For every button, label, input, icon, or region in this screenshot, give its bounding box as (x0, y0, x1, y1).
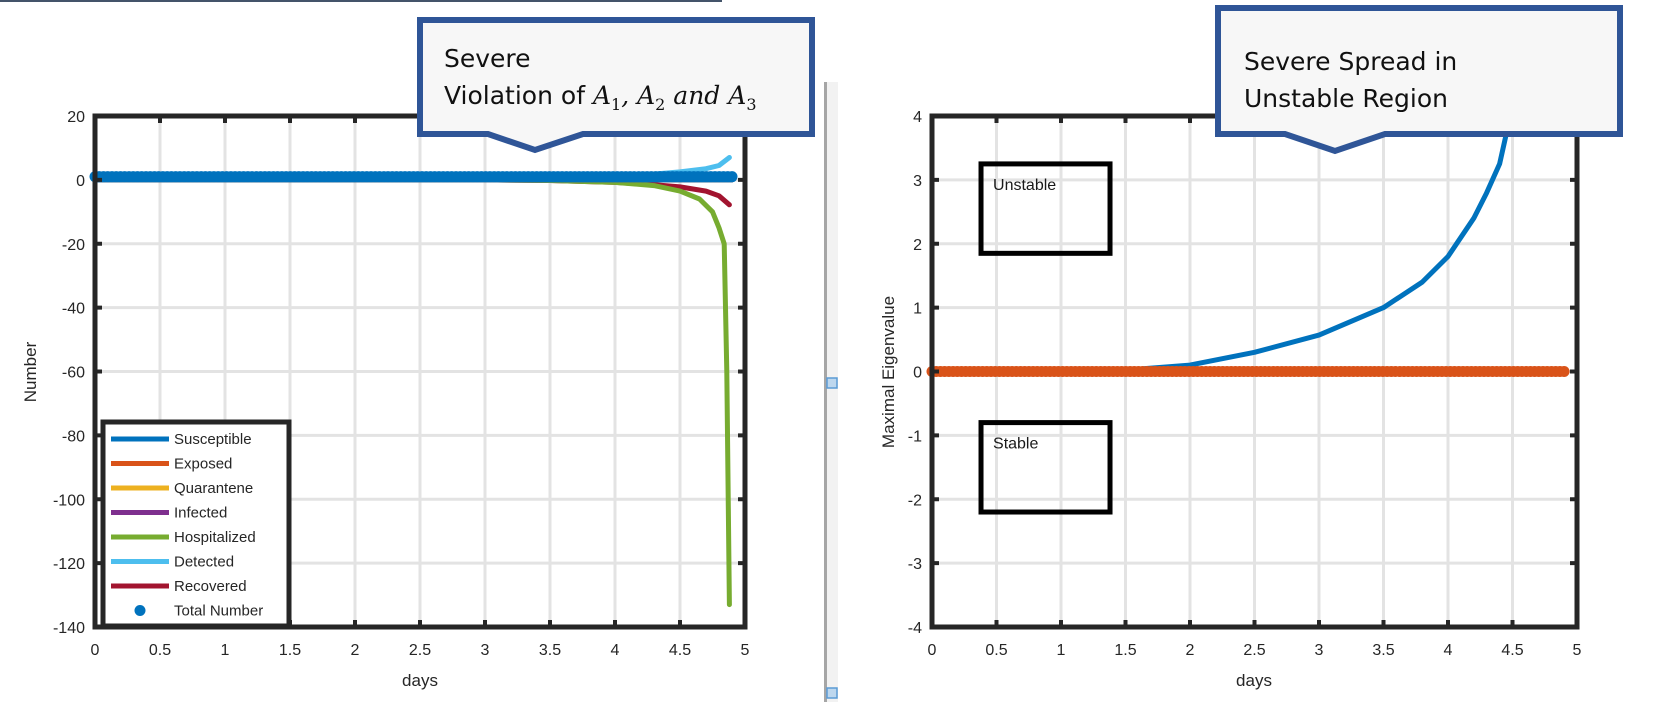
y-tick-label: -80 (62, 428, 85, 445)
callout-right-shape (1215, 5, 1623, 155)
left-y-axis-title: Number (21, 341, 40, 402)
x-tick-label: 0.5 (149, 642, 171, 659)
scrollbar-handle[interactable] (826, 377, 838, 389)
y-tick-label: 4 (913, 109, 922, 126)
math-A1: A (591, 81, 611, 110)
legend-label: Susceptible (174, 431, 252, 448)
math-sub-1: 1 (611, 95, 621, 114)
right-y-tick-labels: 4 3 2 1 0 -1 -2 -3 -4 (908, 109, 922, 637)
legend-label: Infected (174, 505, 227, 522)
x-tick-label: 2 (1186, 642, 1195, 659)
math-A3: A (726, 81, 746, 110)
y-tick-label: -40 (62, 301, 85, 318)
left-x-axis-title: days (402, 671, 438, 690)
series-markers-total-number (89, 171, 738, 183)
x-tick-label: 5 (741, 642, 750, 659)
x-tick-label: 4.5 (669, 642, 691, 659)
math-A2: A (635, 81, 655, 110)
legend-label: Total Number (174, 603, 263, 620)
region-boxes: Unstable Stable (978, 161, 1113, 515)
x-tick-label: 1 (221, 642, 230, 659)
math-sub-2: 2 (655, 95, 665, 114)
y-tick-label: -3 (908, 556, 922, 573)
math-sep: , (621, 81, 637, 110)
right-y-axis-title: Maximal Eigenvalue (879, 296, 898, 448)
right-chart: 0 0.5 1 1.5 2 2.5 3 3.5 4 4.5 5 4 3 2 1 0 -1 -2 -3 -4 days… (879, 109, 1582, 690)
marker-point (1558, 366, 1570, 377)
y-tick-label: -2 (908, 492, 922, 509)
left-x-tick-labels: 0 0.5 1 1.5 2 2.5 3 3.5 4 4.5 5 (91, 642, 750, 659)
y-tick-label: -100 (53, 492, 85, 509)
y-tick-label: 3 (913, 173, 922, 190)
x-tick-label: 5 (1573, 642, 1582, 659)
callout-left-prefix: Violation of (444, 81, 593, 110)
x-tick-label: 1.5 (1114, 642, 1136, 659)
callout-right: Severe Spread in Unstable Region (1215, 5, 1623, 155)
x-tick-label: 0.5 (985, 642, 1007, 659)
y-tick-label: -20 (62, 237, 85, 254)
x-tick-label: 0 (91, 642, 100, 659)
figure-canvas: 0 0.5 1 1.5 2 2.5 3 3.5 4 4.5 5 200-20-40-60-80-10… (0, 0, 1623, 702)
x-tick-label: 4 (611, 642, 620, 659)
y-tick-label: -140 (53, 620, 85, 637)
y-tick-label: 0 (76, 173, 85, 190)
math-and: and (665, 81, 728, 110)
y-tick-label: 2 (913, 237, 922, 254)
x-tick-label: 2.5 (409, 642, 431, 659)
legend-label: Quarantene (174, 480, 253, 497)
y-tick-label: -4 (908, 620, 922, 637)
left-y-tick-labels: 20 0 -20 -40 -60 -80 -100 -120 -140 (53, 109, 85, 637)
series-markers-zero-level (926, 366, 1570, 377)
legend-marker (134, 605, 146, 616)
x-tick-label: 4.5 (1501, 642, 1523, 659)
y-tick-label: -60 (62, 365, 85, 382)
callout-left-line1: Severe (444, 44, 531, 73)
legend: Susceptible Exposed Quarantene Infected Hosp… (100, 419, 292, 629)
region-label-unstable: Unstable (993, 177, 1056, 194)
vertical-scrollbar[interactable] (824, 82, 838, 702)
y-tick-label: 20 (67, 109, 85, 126)
y-tick-label: 1 (913, 301, 922, 318)
x-tick-label: 3 (1315, 642, 1324, 659)
scrollbar-handle-bottom[interactable] (826, 687, 838, 699)
callout-left-line2: Violation of A1, A2 and A3 (444, 81, 757, 114)
x-tick-label: 1 (1057, 642, 1066, 659)
series-line-maximal-eigenvalue (929, 116, 1512, 374)
x-tick-label: 0 (928, 642, 937, 659)
marker-point (726, 171, 738, 183)
x-tick-label: 3.5 (1372, 642, 1394, 659)
left-chart: 0 0.5 1 1.5 2 2.5 3 3.5 4 4.5 5 20 0 -20 -40 -60 -80 -10… (21, 109, 750, 690)
legend-label: Exposed (174, 456, 232, 473)
region-label-stable: Stable (993, 436, 1038, 453)
math-sub-3: 3 (746, 95, 756, 114)
x-tick-label: 4 (1444, 642, 1453, 659)
right-x-tick-labels: 0 0.5 1 1.5 2 2.5 3 3.5 4 4.5 5 (928, 642, 1582, 659)
y-tick-label: -1 (908, 428, 922, 445)
scrollbar-edge (824, 82, 827, 702)
legend-box (100, 419, 292, 629)
x-tick-label: 1.5 (279, 642, 301, 659)
callout-right-line1: Severe Spread in (1244, 47, 1457, 76)
callout-left: Severe Violation of A1, A2 and A3 (417, 17, 815, 154)
legend-label: Detected (174, 554, 234, 571)
x-tick-label: 2.5 (1243, 642, 1265, 659)
legend-label: Hospitalized (174, 529, 256, 546)
right-x-axis-title: days (1236, 671, 1272, 690)
right-series-group (926, 116, 1570, 377)
legend-label: Recovered (174, 578, 247, 595)
y-tick-label: -120 (53, 556, 85, 573)
callout-right-line2: Unstable Region (1244, 84, 1448, 113)
x-tick-label: 3 (481, 642, 490, 659)
x-tick-label: 3.5 (539, 642, 561, 659)
y-tick-label: 0 (913, 365, 922, 382)
x-tick-label: 2 (351, 642, 360, 659)
